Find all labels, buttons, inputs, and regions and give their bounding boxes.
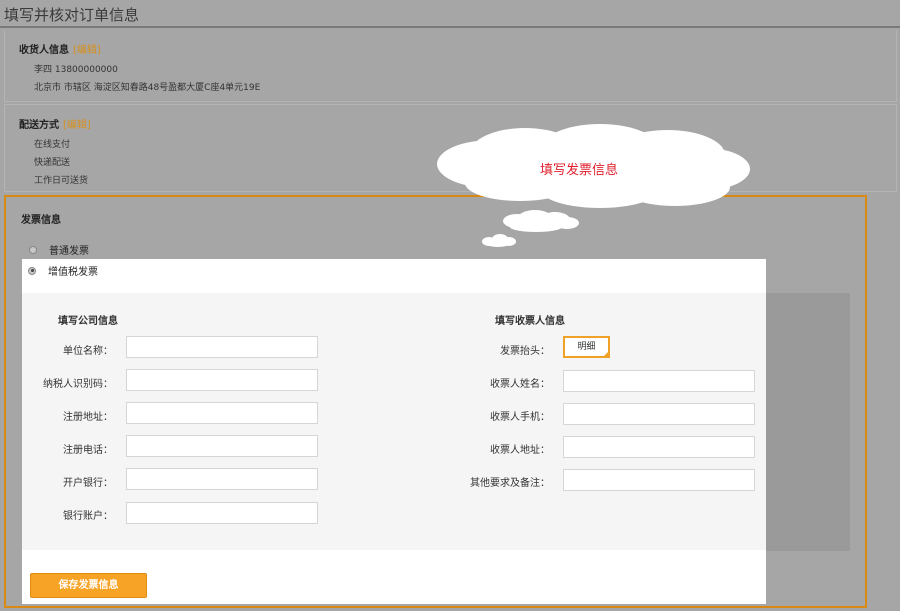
delivery-title: 配送方式 [编辑]: [19, 120, 91, 131]
consignee-section: 收货人信息 [编辑] 李四 13800000000 北京市 市辖区 海淀区知春路4…: [4, 30, 897, 102]
consignee-edit-link[interactable]: [编辑]: [73, 45, 101, 56]
company-name-input[interactable]: [126, 336, 318, 358]
consignee-title: 收货人信息 [编辑]: [19, 45, 101, 56]
vat-invoice-panel: 增值税发票 填写公司信息 填写收票人信息 单位名称： 纳税人识别码： 注册地址：…: [22, 259, 766, 604]
taxpayer-id-input[interactable]: [126, 369, 318, 391]
receiver-phone-label: 收票人手机：: [490, 412, 550, 423]
registered-phone-input[interactable]: [126, 435, 318, 457]
invoice-header-detail-option[interactable]: 明细: [563, 336, 610, 358]
bank-account-label: 银行账户：: [63, 511, 113, 522]
invoice-header-value: 明细: [577, 342, 596, 352]
consignee-name-phone: 李四 13800000000: [34, 65, 118, 75]
taxpayer-id-label: 纳税人识别码：: [43, 379, 113, 390]
delivery-payment: 在线支付: [34, 140, 71, 150]
company-info-heading: 填写公司信息: [58, 316, 118, 327]
selected-check-icon: [603, 351, 609, 357]
delivery-time: 工作日可送货: [34, 176, 89, 186]
receiver-name-label: 收票人姓名：: [490, 379, 550, 390]
page-header: 填写并核对订单信息: [0, 0, 900, 28]
registered-address-label: 注册地址：: [63, 412, 113, 423]
radio-icon[interactable]: [29, 245, 37, 254]
radio-normal-invoice-label: 普通发票: [49, 246, 89, 257]
radio-checked-icon[interactable]: [28, 266, 36, 275]
delivery-method: 快递配送: [34, 158, 71, 168]
registered-address-input[interactable]: [126, 402, 318, 424]
bank-name-label: 开户银行：: [63, 478, 113, 489]
invoice-title: 发票信息: [21, 215, 61, 226]
receiver-name-input[interactable]: [563, 370, 755, 392]
radio-vat-invoice-label: 增值税发票: [48, 267, 98, 278]
bank-account-input[interactable]: [126, 502, 318, 524]
company-name-label: 单位名称：: [63, 346, 113, 357]
bank-name-input[interactable]: [126, 468, 318, 490]
receiver-address-label: 收票人地址：: [490, 445, 550, 456]
consignee-address: 北京市 市辖区 海淀区知春路48号盈都大厦C座4单元19E: [34, 83, 261, 93]
remarks-label: 其他要求及备注：: [470, 478, 550, 489]
receiver-address-input[interactable]: [563, 436, 755, 458]
registered-phone-label: 注册电话：: [63, 445, 113, 456]
receiver-info-heading: 填写收票人信息: [495, 316, 565, 327]
remarks-input[interactable]: [563, 469, 755, 491]
radio-vat-invoice[interactable]: 增值税发票: [28, 263, 98, 278]
invoice-header-label: 发票抬头：: [500, 346, 550, 357]
page-title: 填写并核对订单信息: [4, 6, 140, 24]
invoice-form: 填写公司信息 填写收票人信息 单位名称： 纳税人识别码： 注册地址： 注册电话：…: [22, 293, 766, 550]
radio-normal-invoice[interactable]: 普通发票: [29, 242, 89, 257]
delivery-edit-link[interactable]: [编辑]: [63, 120, 91, 131]
receiver-phone-input[interactable]: [563, 403, 755, 425]
save-invoice-button[interactable]: 保存发票信息: [30, 573, 147, 598]
callout-text: 填写发票信息: [540, 163, 619, 178]
